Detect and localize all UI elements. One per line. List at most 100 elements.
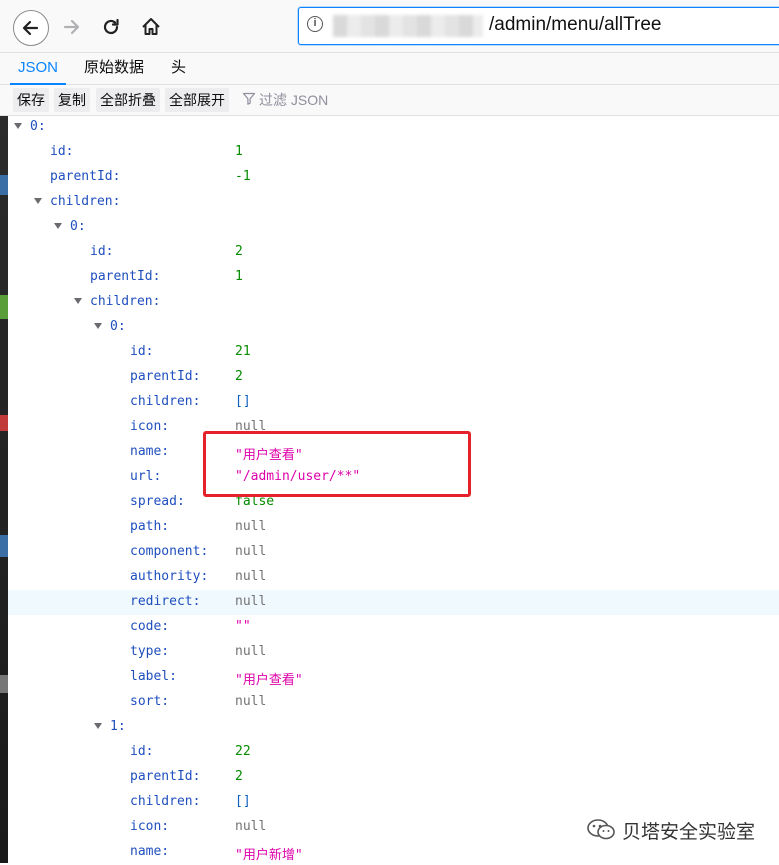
copy-button[interactable]: 复制 — [54, 88, 90, 112]
json-row: type: null — [8, 640, 779, 665]
json-key: id: — [130, 344, 154, 359]
json-value: null — [235, 519, 267, 534]
json-row: parentId: 2 — [8, 365, 779, 390]
json-row: children: [] — [8, 790, 779, 815]
json-row: label: "用户查看" — [8, 665, 779, 690]
json-value: null — [235, 694, 267, 709]
arrow-right-icon — [63, 19, 80, 35]
json-value: [] — [235, 794, 251, 809]
json-toolbar: 保存 复制 全部折叠 全部展开 过滤 JSON — [0, 85, 779, 116]
json-value: 22 — [235, 744, 251, 759]
home-icon — [142, 18, 160, 35]
json-value: 21 — [235, 344, 251, 359]
json-key: type: — [130, 644, 170, 659]
json-row[interactable]: children: — [8, 190, 779, 215]
json-value: "" — [235, 619, 251, 634]
viewer-tabs: JSON 原始数据 头 — [0, 53, 779, 85]
json-key: id: — [50, 144, 74, 159]
json-key: id: — [130, 744, 154, 759]
url-path: /admin/menu/allTree — [489, 14, 662, 35]
json-key: label: — [130, 669, 177, 684]
json-key: parentId: — [130, 369, 201, 384]
back-button[interactable] — [13, 10, 49, 46]
arrow-left-icon — [22, 20, 39, 36]
json-row: id: 1 — [8, 140, 779, 165]
watermark-text: 贝塔安全实验室 — [622, 820, 756, 843]
json-key: children: — [50, 194, 121, 209]
json-key: code: — [130, 619, 170, 634]
expand-toggle-icon[interactable] — [14, 123, 22, 129]
json-value: null — [235, 819, 267, 834]
address-bar[interactable]: i /admin/menu/allTree — [298, 7, 779, 45]
save-button[interactable]: 保存 — [13, 88, 49, 112]
reload-button[interactable] — [94, 10, 128, 44]
json-row[interactable]: 0: — [8, 115, 779, 140]
json-row[interactable]: 0: — [8, 215, 779, 240]
wechat-icon — [587, 819, 615, 840]
json-row[interactable]: 1: — [8, 715, 779, 740]
expand-toggle-icon[interactable] — [34, 198, 42, 204]
json-key: 0: — [30, 119, 46, 134]
forward-button[interactable] — [54, 10, 88, 44]
desktop-edge — [0, 115, 8, 863]
json-value: null — [235, 569, 267, 584]
json-key: icon: — [130, 819, 170, 834]
expand-toggle-icon[interactable] — [94, 323, 102, 329]
expand-toggle-icon[interactable] — [54, 223, 62, 229]
json-row: sort: null — [8, 690, 779, 715]
json-row: authority: null — [8, 565, 779, 590]
filter-icon — [242, 92, 256, 105]
tab-json[interactable]: JSON — [10, 53, 67, 85]
json-row: id: 2 — [8, 240, 779, 265]
collapse-all-button[interactable]: 全部折叠 — [96, 88, 160, 112]
info-icon[interactable]: i — [307, 16, 323, 32]
json-key: id: — [90, 244, 114, 259]
json-row: path: null — [8, 515, 779, 540]
json-key: children: — [90, 294, 161, 309]
tab-raw-data[interactable]: 原始数据 — [76, 53, 152, 83]
json-row: redirect: null — [8, 590, 779, 615]
json-value: [] — [235, 394, 251, 409]
blurred-host — [333, 15, 483, 37]
json-row[interactable]: 0: — [8, 315, 779, 340]
expand-all-button[interactable]: 全部展开 — [165, 88, 229, 112]
json-key: name: — [130, 444, 170, 459]
json-key: icon: — [130, 419, 170, 434]
expand-toggle-icon[interactable] — [74, 298, 82, 304]
json-key: name: — [130, 844, 170, 859]
reload-icon — [103, 18, 119, 35]
json-row[interactable]: children: — [8, 290, 779, 315]
json-value: "用户新增" — [235, 848, 303, 863]
json-key: spread: — [130, 494, 185, 509]
json-row: component: null — [8, 540, 779, 565]
expand-toggle-icon[interactable] — [94, 723, 102, 729]
json-value: null — [235, 594, 267, 609]
json-value: null — [235, 544, 267, 559]
json-key: 0: — [110, 319, 126, 334]
filter-placeholder: 过滤 JSON — [259, 92, 329, 108]
json-key: component: — [130, 544, 209, 559]
json-key: children: — [130, 394, 201, 409]
json-key: parentId: — [50, 169, 121, 184]
json-value: 1 — [235, 269, 243, 284]
home-button[interactable] — [134, 10, 168, 44]
json-key: 1: — [110, 719, 126, 734]
json-value: null — [235, 644, 267, 659]
highlight-annotation-box — [203, 431, 471, 497]
json-value: 1 — [235, 144, 243, 159]
json-row: id: 21 — [8, 340, 779, 365]
json-value: 2 — [235, 769, 243, 784]
json-key: authority: — [130, 569, 209, 584]
json-key: parentId: — [90, 269, 161, 284]
tab-headers[interactable]: 头 — [163, 53, 194, 83]
json-key: sort: — [130, 694, 170, 709]
json-key: 0: — [70, 219, 86, 234]
json-row: children: [] — [8, 390, 779, 415]
json-key: children: — [130, 794, 201, 809]
json-value: -1 — [235, 169, 251, 184]
json-row: parentId: 2 — [8, 765, 779, 790]
filter-json-input[interactable]: 过滤 JSON — [242, 88, 328, 112]
json-key: redirect: — [130, 594, 201, 609]
json-value: 2 — [235, 369, 243, 384]
json-row: code: "" — [8, 615, 779, 640]
